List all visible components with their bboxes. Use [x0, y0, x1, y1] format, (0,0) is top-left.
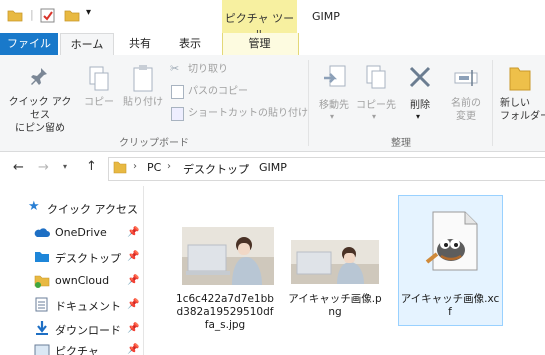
shortcut-icon [171, 107, 184, 121]
pin-icon: 📌 [127, 299, 140, 310]
delete-icon [409, 66, 431, 88]
nav-item-label: ピクチャ [55, 345, 99, 355]
file-name: アイキャッチ画像.png [288, 293, 382, 318]
pictures-icon [34, 344, 50, 355]
breadcrumb-pc[interactable]: PC [147, 161, 161, 174]
properties-icon[interactable] [40, 8, 55, 23]
copy-button[interactable]: コピー [80, 62, 118, 117]
cloud-icon [34, 228, 50, 237]
copy-path-label: パスのコピー [188, 86, 248, 97]
folder-icon[interactable] [7, 8, 23, 22]
gimp-file-icon [425, 211, 478, 271]
breadcrumb-desktop[interactable]: デスクトップ [183, 161, 249, 177]
clipboard-group-label: クリップボード [119, 138, 189, 149]
ribbon-separator [492, 60, 493, 146]
rename-icon [454, 70, 478, 86]
pin-icon: 📌 [127, 227, 140, 238]
window-title: GIMP [312, 10, 340, 23]
paste-shortcut-button[interactable]: ショートカットの貼り付け [170, 106, 308, 122]
copy-path-button[interactable]: パスのコピー [170, 84, 300, 100]
copy-to-button[interactable]: コピー先 ▾ [356, 62, 396, 124]
copy-to-label: コピー先 [356, 100, 396, 111]
delete-dropdown-icon: ▾ [416, 112, 421, 121]
file-name: アイキャッチ画像.xcf [400, 293, 500, 318]
tab-share[interactable]: 共有 [120, 33, 160, 55]
pin-icon [31, 68, 47, 85]
nav-item-downloads[interactable]: ダウンロード 📌 [0, 318, 143, 340]
cut-label: 切り取り [188, 64, 228, 75]
rename-label: 名前の 変更 [451, 98, 481, 122]
pin-icon: 📌 [127, 344, 140, 355]
pin-quick-access-button[interactable]: クイック アクセス にピン留め [4, 62, 76, 134]
star-icon: ★ [28, 199, 40, 214]
paste-label: 貼り付け [123, 97, 163, 108]
breadcrumb-separator[interactable]: › [133, 161, 137, 172]
file-item[interactable]: アイキャッチ画像.png [285, 223, 385, 323]
copy-label: コピー [84, 97, 114, 108]
customize-qat-icon[interactable]: ▾ [86, 7, 91, 18]
paste-icon [133, 65, 153, 92]
file-item[interactable]: 1c6c422a7d7e1bbd382a19529510dffa_s.jpg [175, 223, 275, 353]
pin-icon: 📌 [127, 251, 140, 262]
nav-item-label: ownCloud [55, 274, 110, 287]
nav-item-owncloud[interactable]: ownCloud 📌 [0, 270, 143, 292]
tab-view[interactable]: 表示 [170, 33, 210, 55]
copy-icon [89, 66, 109, 91]
nav-item-label: ドキュメント [55, 300, 121, 313]
forward-arrow-icon[interactable]: → [38, 160, 49, 175]
pin-icon: 📌 [127, 323, 140, 334]
tab-manage[interactable]: 管理 [222, 33, 297, 55]
nav-item-documents[interactable]: ドキュメント 📌 [0, 294, 143, 316]
paste-shortcut-label: ショートカットの貼り付け [188, 108, 308, 119]
desktop-folder-icon [35, 252, 49, 262]
breadcrumb-separator[interactable]: › [245, 161, 249, 172]
new-folder-icon[interactable] [64, 8, 80, 22]
file-name: 1c6c422a7d7e1bbd382a19529510dffa_s.jpg [176, 293, 274, 331]
nav-item-label: クイック アクセス [47, 203, 138, 216]
tab-home[interactable]: ホーム [60, 33, 114, 56]
rename-button[interactable]: 名前の 変更 [444, 62, 488, 124]
photo-thumbnail [182, 227, 274, 285]
nav-item-quick-access[interactable]: ★ クイック アクセス [0, 195, 143, 219]
folder-icon [34, 275, 50, 288]
scissors-icon: ✂ [170, 62, 180, 75]
nav-pane-divider [143, 186, 144, 355]
nav-item-pictures[interactable]: ピクチャ 📌 [0, 342, 143, 355]
delete-button[interactable]: 削除 ▾ [402, 62, 438, 124]
organize-group-label: 整理 [391, 138, 411, 149]
delete-label: 削除 [410, 100, 430, 111]
download-icon [36, 321, 48, 335]
move-to-label: 移動先 [319, 100, 349, 111]
move-to-button[interactable]: 移動先 ▾ [312, 62, 356, 124]
move-to-icon [324, 65, 346, 87]
new-folder-large-icon [509, 67, 531, 91]
photo-thumbnail [291, 240, 379, 284]
ribbon-separator [308, 60, 309, 146]
qat-separator: | [30, 8, 34, 21]
recent-locations-icon[interactable]: ▾ [63, 162, 67, 171]
move-to-dropdown-icon: ▾ [330, 112, 335, 121]
new-folder-button[interactable]: 新しい フォルダー [498, 62, 545, 124]
copy-to-icon [366, 65, 386, 89]
pin-icon: 📌 [127, 275, 140, 286]
copy-path-icon [171, 85, 184, 99]
back-arrow-icon[interactable]: ← [13, 160, 24, 175]
paste-button[interactable]: 貼り付け [120, 62, 166, 117]
breadcrumb-separator[interactable]: › [167, 161, 171, 172]
new-folder-label: 新しい フォルダー [500, 98, 545, 122]
tab-file[interactable]: ファイル [0, 33, 58, 55]
cut-button[interactable]: ✂ 切り取り [170, 62, 300, 78]
nav-item-desktop[interactable]: デスクトップ 📌 [0, 246, 143, 268]
copy-to-dropdown-icon: ▾ [372, 112, 377, 121]
address-bar[interactable] [108, 157, 545, 181]
breadcrumb-gimp[interactable]: GIMP [259, 161, 287, 174]
nav-item-label: ダウンロード [55, 324, 121, 337]
folder-icon [113, 161, 127, 174]
up-arrow-icon[interactable]: ↑ [86, 159, 97, 174]
nav-item-label: OneDrive [55, 226, 107, 239]
nav-item-onedrive[interactable]: OneDrive 📌 [0, 222, 143, 244]
pin-quick-access-label: クイック アクセス にピン留め [8, 97, 72, 134]
documents-icon [35, 297, 48, 312]
nav-item-label: デスクトップ [55, 252, 121, 265]
